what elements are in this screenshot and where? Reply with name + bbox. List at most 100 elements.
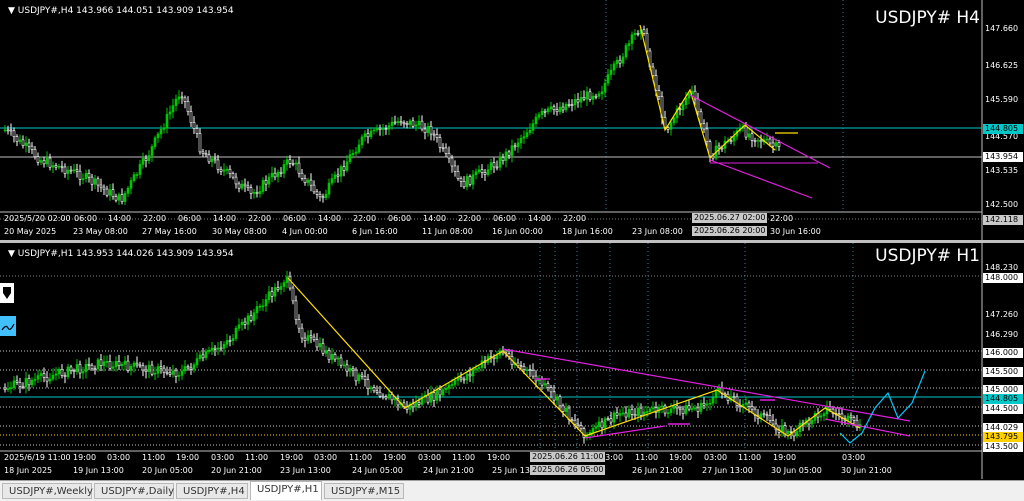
tab-h4[interactable]: USDJPY#,H4 — [176, 483, 248, 499]
candle-body — [228, 168, 232, 174]
h1-price-box: 143.500 — [983, 442, 1023, 452]
candle-body — [768, 138, 772, 144]
candle-body — [765, 138, 769, 141]
candle-body — [684, 405, 688, 414]
candle-body — [501, 157, 505, 162]
candle-body — [540, 378, 544, 386]
h1-chart-pane[interactable]: ▼ USDJPY#,H1 143.953 144.026 143.909 143… — [0, 243, 1024, 479]
candle-body — [519, 137, 523, 144]
candle-body — [48, 378, 52, 382]
candle-body — [519, 365, 523, 367]
candle-body — [426, 394, 430, 403]
candle-body — [288, 276, 292, 289]
candle-body — [366, 379, 370, 389]
candle-body — [399, 121, 403, 124]
candle-body — [603, 418, 607, 429]
candle-body — [138, 364, 142, 367]
candle-body — [291, 287, 295, 302]
tab-m15[interactable]: USDJPY#,M15 — [324, 483, 404, 499]
pen-tool-icon[interactable] — [0, 283, 14, 303]
candle-body — [117, 361, 121, 367]
candle-body — [108, 361, 112, 369]
h1-chart-canvas[interactable] — [0, 243, 1024, 479]
h4-y-label: 145.590 — [985, 95, 1019, 104]
candle-body — [129, 180, 133, 189]
candle-body — [357, 374, 361, 382]
candle-body — [411, 120, 415, 127]
candle-body — [369, 387, 373, 389]
candle-body — [108, 189, 112, 196]
h1-x-label: 20 Jun 21:00 — [211, 466, 262, 475]
h4-chart-pane[interactable]: ▼ USDJPY#,H4 143.966 144.051 143.909 143… — [0, 0, 1024, 240]
signal-icon[interactable] — [0, 316, 16, 336]
candle-body — [78, 170, 82, 180]
candle-body — [375, 127, 379, 131]
candle-body — [159, 366, 163, 369]
candle-body — [702, 123, 706, 130]
candle-body — [468, 176, 472, 185]
candle-body — [684, 97, 688, 106]
h1-symbol-label: USDJPY# H1 — [875, 246, 980, 266]
tab-daily[interactable]: USDJPY#,Daily — [94, 483, 174, 499]
candle-body — [198, 354, 202, 359]
candle-body — [279, 286, 283, 290]
candle-body — [348, 368, 352, 372]
h4-chart-canvas[interactable] — [0, 0, 1024, 240]
candle-body — [357, 144, 361, 153]
candle-body — [213, 158, 217, 161]
candle-body — [522, 366, 526, 370]
candle-body — [645, 411, 649, 413]
candle-body — [681, 408, 685, 414]
candle-body — [423, 128, 427, 133]
h1-x-label-upper: 03:00 — [704, 453, 728, 462]
candle-body — [261, 305, 265, 308]
candle-body — [384, 396, 388, 399]
tab-h1[interactable]: USDJPY#,H1 — [250, 481, 322, 500]
h4-price-box: 143.954 — [983, 152, 1023, 162]
candle-body — [522, 136, 526, 139]
candle-body — [372, 387, 376, 392]
h1-x-label: 27 Jun 13:00 — [702, 466, 753, 475]
tab-weekly[interactable]: USDJPY#,Weekly — [2, 483, 93, 499]
candle-body — [543, 383, 547, 386]
h1-x-label-upper: 19:00 — [669, 453, 693, 462]
candle-body — [27, 142, 31, 147]
candle-body — [453, 165, 457, 172]
candle-body — [123, 192, 127, 202]
candle-body — [228, 340, 232, 342]
candle-body — [177, 375, 181, 377]
candle-body — [3, 387, 7, 390]
candle-body — [513, 145, 517, 148]
candle-body — [45, 157, 49, 165]
candle-body — [570, 104, 574, 107]
candle-body — [162, 367, 166, 373]
candle-body — [783, 425, 787, 435]
candle-body — [456, 171, 460, 179]
candle-body — [213, 347, 217, 350]
candle-body — [324, 193, 328, 198]
candle-body — [339, 166, 343, 177]
candle-body — [426, 125, 430, 133]
candle-body — [495, 354, 499, 360]
h4-x-label: 4 Jun 00:00 — [282, 227, 328, 236]
h1-price-box: 144.500 — [983, 404, 1023, 414]
candle-body — [120, 194, 124, 202]
candle-body — [525, 369, 529, 371]
candle-body — [690, 408, 694, 410]
candle-body — [714, 390, 718, 398]
candle-body — [27, 378, 31, 386]
candle-body — [30, 145, 34, 150]
candle-body — [750, 406, 754, 410]
candle-body — [9, 129, 13, 132]
candle-body — [387, 394, 391, 399]
candle-body — [42, 373, 46, 378]
h4-y-label: 142.500 — [985, 200, 1019, 209]
candle-body — [345, 161, 349, 171]
candle-body — [549, 106, 553, 110]
candle-body — [219, 169, 223, 172]
candle-body — [180, 96, 184, 99]
candle-body — [627, 43, 631, 46]
h1-x-label: 30 Jun 21:00 — [841, 466, 892, 475]
candle-body — [39, 373, 43, 376]
h1-x-label-upper: 19:00 — [176, 453, 200, 462]
